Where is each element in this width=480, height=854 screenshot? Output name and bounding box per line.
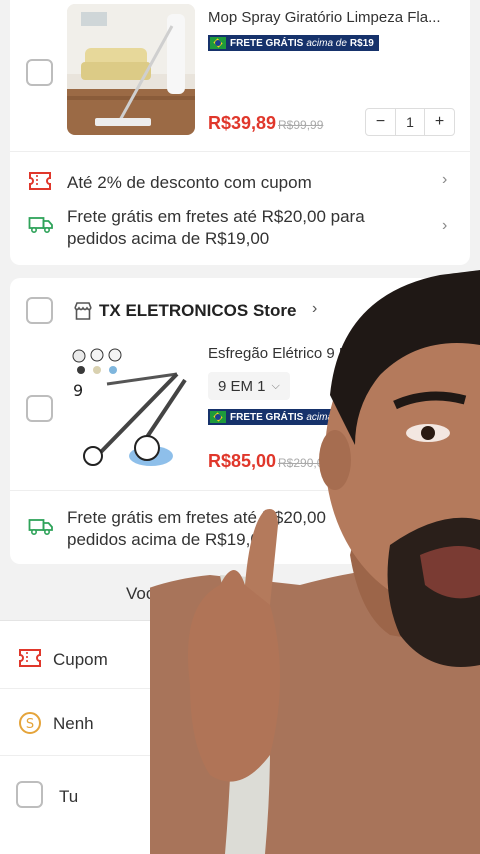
store-checkbox[interactable]: [26, 297, 53, 324]
store-icon: [74, 302, 92, 320]
old-price-1: R$99,99: [278, 118, 324, 132]
shipping-text-2[interactable]: pedidos acima de R$19,00: [67, 228, 269, 250]
coupon-discount-text[interactable]: Até 2% de desconto com cupom: [67, 172, 312, 194]
svg-text:9: 9: [73, 381, 83, 400]
coupon-icon: [19, 649, 41, 667]
divider: [10, 151, 470, 152]
select-all-label[interactable]: Tu: [59, 786, 78, 808]
free-shipping-badge-1: FRETE GRÁTIS acima de R$19: [208, 35, 379, 51]
product-image-mop[interactable]: [67, 4, 195, 135]
shipping-text-1[interactable]: Frete grátis em fretes até R$20,00 para: [67, 206, 365, 228]
svg-text:S: S: [26, 717, 34, 732]
chevron-right-icon[interactable]: ›: [442, 217, 447, 235]
coupon-icon: [29, 172, 51, 190]
coins-row-label[interactable]: Nenh: [53, 713, 94, 735]
decrease-button[interactable]: −: [366, 109, 395, 135]
badge-amount: R$19: [349, 37, 374, 49]
truck-icon: [28, 217, 53, 234]
truck-icon: [28, 519, 53, 536]
coupon-row-label[interactable]: Cupom: [53, 649, 108, 671]
badge-text: FRETE GRÁTIS: [230, 37, 304, 49]
presenter-overlay: [50, 255, 480, 854]
price-1: R$39,89: [208, 113, 277, 133]
chevron-right-icon[interactable]: ›: [442, 171, 447, 189]
cart-item-card-1: Mop Spray Giratório Limpeza Fla... FRETE…: [10, 0, 470, 265]
item-checkbox-1[interactable]: [26, 59, 53, 86]
select-all-checkbox[interactable]: [16, 781, 43, 808]
quantity-stepper-1: − 1 +: [365, 108, 455, 136]
increase-button[interactable]: +: [425, 109, 454, 135]
product-title-1[interactable]: Mop Spray Giratório Limpeza Fla...: [208, 9, 460, 26]
item-checkbox-2[interactable]: [26, 395, 53, 422]
badge-small-text: acima de: [306, 37, 347, 49]
coin-icon: S: [19, 712, 41, 734]
brazil-flag-icon: [210, 37, 226, 49]
quantity-value[interactable]: 1: [395, 109, 425, 135]
